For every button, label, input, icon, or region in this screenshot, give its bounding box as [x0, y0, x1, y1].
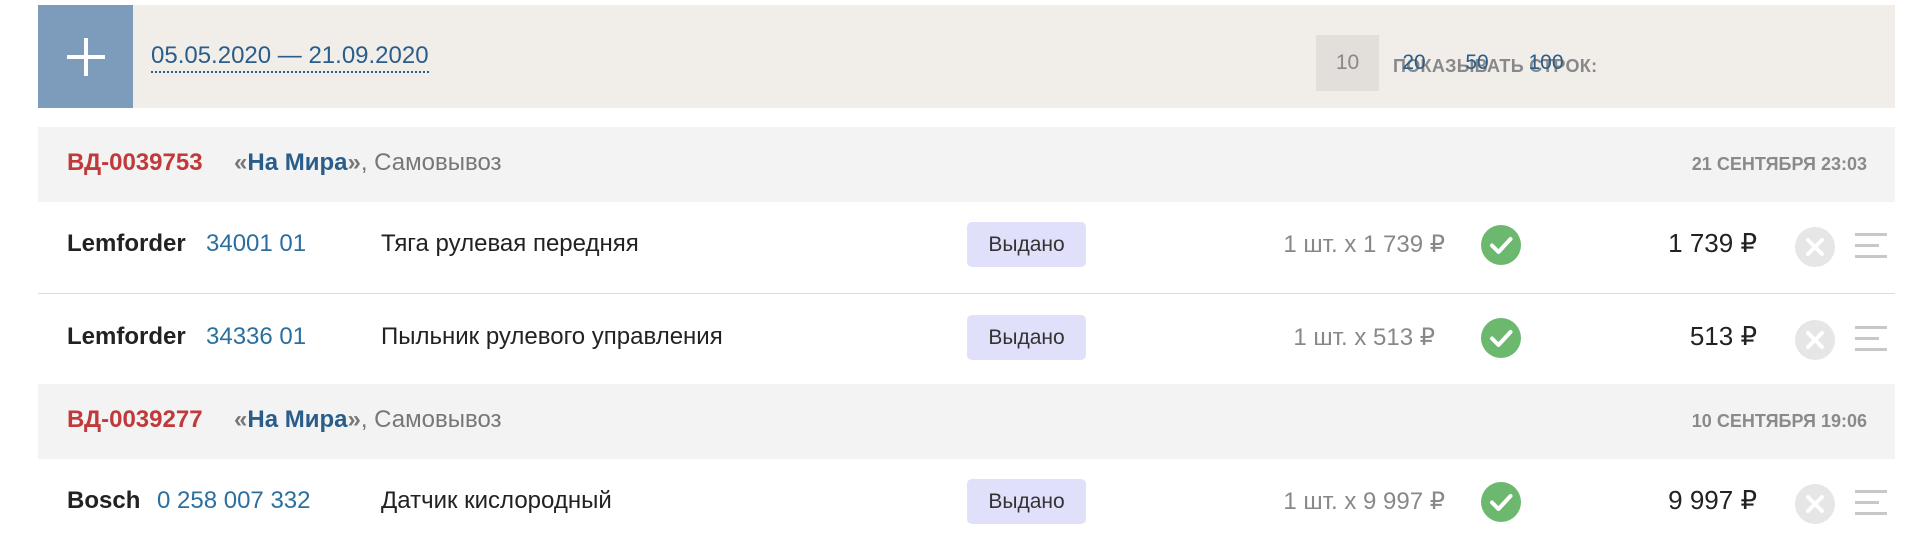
order-store-info: «На Мира», Самовывоз — [234, 149, 502, 177]
menu-lines-icon[interactable] — [1855, 324, 1887, 354]
order-number[interactable]: ВД-0039277 — [67, 406, 203, 434]
item-brand: Lemforder — [67, 323, 186, 350]
cancel-circle-icon[interactable] — [1795, 320, 1835, 360]
order-item-row: Lemforder 34001 01 Тяга рулевая передняя… — [38, 202, 1895, 294]
status-badge: Выдано — [967, 479, 1086, 524]
rows-option-50[interactable]: 50 — [1448, 35, 1506, 91]
cancel-circle-icon[interactable] — [1795, 484, 1835, 524]
item-name: Тяга рулевая передняя — [381, 230, 639, 257]
add-order-button[interactable] — [38, 5, 133, 108]
check-circle-icon — [1481, 225, 1521, 265]
order-date: 10 СЕНТЯБРЯ 19:06 — [1691, 411, 1867, 431]
check-circle-icon — [1481, 482, 1521, 522]
item-article[interactable]: 0 258 007 332 — [157, 487, 310, 515]
item-name: Пыльник рулевого управления — [381, 323, 723, 350]
item-qty-price: 1 шт. х 9 997 ₽ — [1283, 488, 1445, 515]
menu-lines-icon[interactable] — [1855, 231, 1887, 261]
item-qty-price: 1 шт. х 1 739 ₽ — [1283, 231, 1445, 258]
item-article[interactable]: 34336 01 — [206, 323, 306, 351]
rows-option-20[interactable]: 20 — [1385, 35, 1443, 91]
item-total: 1 739 ₽ — [1668, 228, 1757, 258]
item-brand: Lemforder — [67, 230, 186, 257]
order-item-row: Bosch 0 258 007 332 Датчик кислородный В… — [38, 459, 1895, 543]
quote-close: » — [347, 406, 361, 433]
rows-option-100[interactable]: 100 — [1510, 35, 1582, 91]
quote-open: « — [234, 406, 248, 433]
cancel-circle-icon[interactable] — [1795, 227, 1835, 267]
delivery-method: , Самовывоз — [360, 149, 502, 176]
check-circle-icon — [1481, 318, 1521, 358]
item-total: 9 997 ₽ — [1668, 485, 1757, 515]
item-article[interactable]: 34001 01 — [206, 230, 306, 258]
item-brand: Bosch — [67, 487, 141, 514]
rows-option-10[interactable]: 10 — [1316, 35, 1379, 91]
item-total: 513 ₽ — [1689, 321, 1757, 351]
quote-close: » — [347, 149, 361, 176]
order-header: ВД-0039753 «На Мира», Самовывоз 21 СЕНТЯ… — [38, 127, 1895, 202]
store-name[interactable]: На Мира — [247, 406, 347, 433]
order-item-row: Lemforder 34336 01 Пыльник рулевого упра… — [38, 295, 1895, 387]
item-qty-price: 1 шт. х 513 ₽ — [1293, 324, 1435, 351]
status-badge: Выдано — [967, 315, 1086, 360]
filter-bar: 05.05.2020 — 21.09.2020 ПОКАЗЫВАТЬ СТРОК… — [38, 5, 1895, 108]
store-name[interactable]: На Мира — [247, 149, 347, 176]
delivery-method: , Самовывоз — [360, 406, 502, 433]
order-number[interactable]: ВД-0039753 — [67, 149, 203, 177]
order-store-info: «На Мира», Самовывоз — [234, 406, 502, 434]
order-date: 21 СЕНТЯБРЯ 23:03 — [1691, 154, 1867, 174]
status-badge: Выдано — [967, 222, 1086, 267]
menu-lines-icon[interactable] — [1855, 488, 1887, 518]
date-range-picker[interactable]: 05.05.2020 — 21.09.2020 — [151, 41, 429, 73]
item-name: Датчик кислородный — [381, 487, 612, 514]
quote-open: « — [234, 149, 248, 176]
order-header: ВД-0039277 «На Мира», Самовывоз 10 СЕНТЯ… — [38, 384, 1895, 459]
